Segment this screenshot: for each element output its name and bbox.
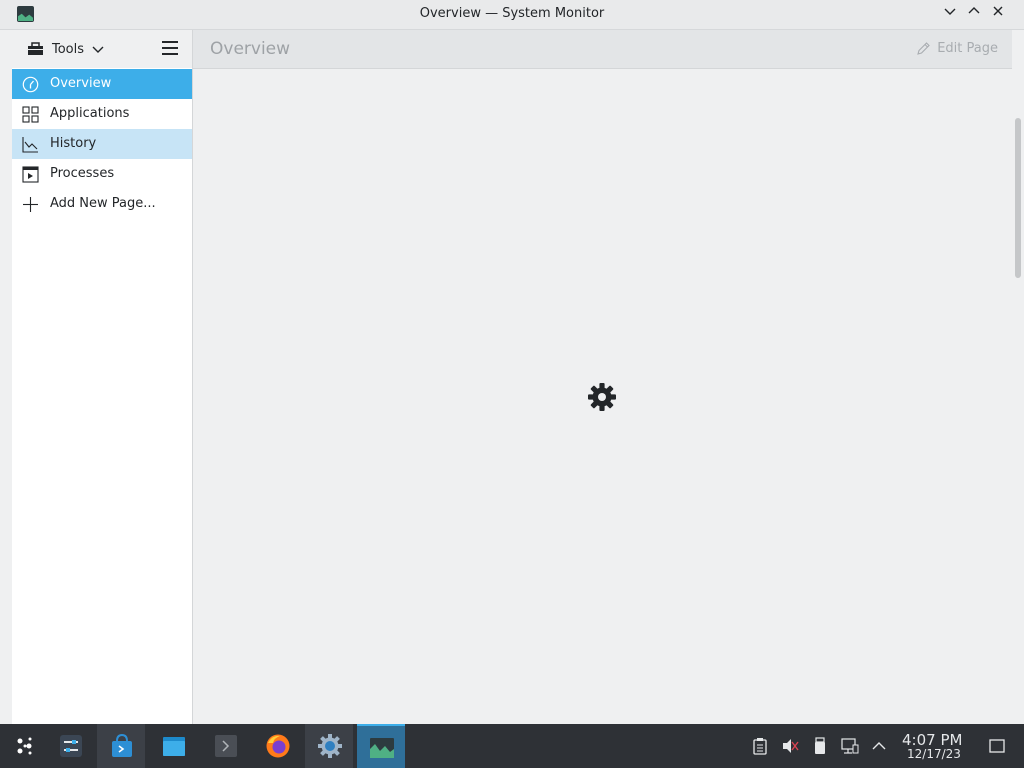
- scrollbar[interactable]: [1012, 30, 1024, 724]
- system-monitor-icon: [370, 738, 394, 758]
- firefox-icon: [266, 734, 290, 758]
- clock-date[interactable]: 12/17/23: [907, 747, 961, 761]
- settings-gear-icon: [318, 734, 342, 758]
- usb-drive-icon[interactable]: [811, 737, 829, 755]
- minimize-button[interactable]: [940, 5, 960, 23]
- application-launcher-button[interactable]: [0, 724, 48, 768]
- toolbox-icon: [28, 42, 43, 55]
- system-monitor-window: Overview — System Monitor Tools Overview…: [0, 0, 1024, 724]
- sidebar-item-applications[interactable]: Applications: [12, 99, 192, 129]
- close-icon: [993, 6, 1003, 16]
- sidebar-item-label: Add New Page...: [50, 196, 156, 211]
- show-desktop-icon[interactable]: [988, 737, 1006, 755]
- sliders-icon: [60, 735, 82, 757]
- plus-icon: [23, 197, 38, 212]
- sidebar: Tools Overview Applications History Proc…: [12, 30, 193, 724]
- firefox-task[interactable]: [253, 724, 301, 768]
- system-monitor-task[interactable]: [357, 724, 405, 768]
- close-button[interactable]: [988, 5, 1008, 23]
- terminal-icon: [215, 735, 237, 757]
- discover-store-task[interactable]: [97, 724, 145, 768]
- sidebar-header: Tools: [12, 30, 192, 68]
- window-title: Overview — System Monitor: [419, 6, 605, 21]
- system-settings-task[interactable]: [46, 724, 94, 768]
- shopping-bag-icon: [112, 733, 132, 757]
- network-icon[interactable]: [841, 737, 859, 755]
- hamburger-menu-button[interactable]: [162, 41, 178, 55]
- sidebar-item-label: History: [50, 136, 97, 151]
- main-content: Overview Edit Page: [193, 30, 1012, 724]
- line-chart-icon: [22, 137, 38, 153]
- gear-icon: [588, 383, 616, 411]
- show-more-icon[interactable]: [870, 737, 888, 755]
- sidebar-item-label: Overview: [50, 76, 112, 91]
- sidebar-item-processes[interactable]: Processes: [12, 159, 192, 189]
- tools-menu-button[interactable]: Tools: [27, 39, 104, 59]
- grid-icon: [22, 106, 39, 123]
- process-window-icon: [22, 166, 39, 183]
- chevron-down-icon: [92, 46, 104, 53]
- sidebar-item-add-new-page[interactable]: Add New Page...: [12, 189, 192, 219]
- chevron-down-icon: [944, 8, 956, 15]
- terminal-task[interactable]: [201, 724, 249, 768]
- folder-icon: [163, 737, 185, 756]
- maximize-button[interactable]: [964, 5, 984, 23]
- gauge-icon: [22, 76, 39, 93]
- pencil-icon: [917, 42, 930, 55]
- sidebar-item-label: Processes: [50, 166, 115, 181]
- kde-settings-task[interactable]: [305, 724, 353, 768]
- sidebar-item-overview[interactable]: Overview: [12, 69, 192, 99]
- edit-page-label: Edit Page: [937, 41, 998, 56]
- taskbar: [0, 724, 1024, 768]
- scrollbar-thumb[interactable]: [1015, 118, 1021, 278]
- title-bar[interactable]: Overview — System Monitor: [0, 0, 1024, 30]
- clipboard-icon[interactable]: [751, 737, 769, 755]
- page-title: Overview: [210, 39, 291, 59]
- launcher-icon: [17, 737, 32, 755]
- page-header: Overview Edit Page: [193, 30, 1012, 69]
- sidebar-item-label: Applications: [50, 106, 130, 121]
- tools-label: Tools: [52, 41, 85, 57]
- chevron-up-icon: [968, 7, 980, 14]
- sidebar-item-history[interactable]: History: [12, 129, 192, 159]
- volume-muted-icon[interactable]: [781, 737, 799, 755]
- edit-page-button[interactable]: Edit Page: [916, 41, 998, 56]
- file-manager-task[interactable]: [149, 724, 197, 768]
